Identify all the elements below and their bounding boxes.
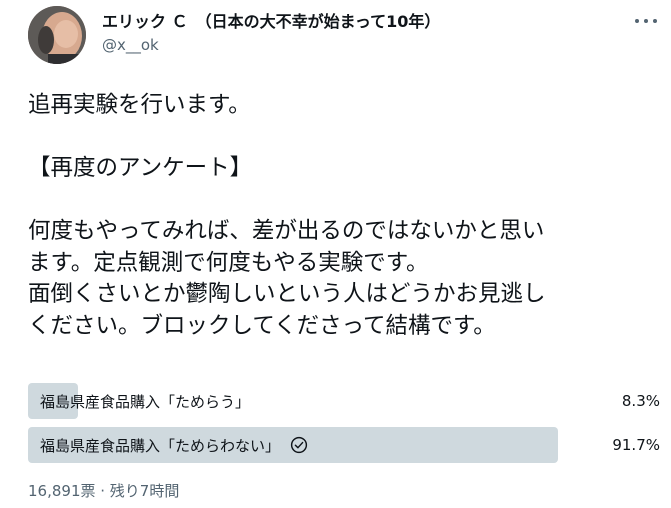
poll-meta: 16,891票 · 残り7時間 <box>28 482 180 500</box>
poll-option-label: 福島県産食品購入「ためらう」 <box>40 392 251 411</box>
tweet-line: 【再度のアンケート】 <box>28 155 253 181</box>
tweet-line: 何度もやってみれば、差が出るのではないかと思い <box>28 218 545 244</box>
poll-option-percent: 8.3% <box>621 392 660 410</box>
tweet-line: ます。定点観測で何度もやる実験です。 <box>28 249 429 276</box>
avatar-image <box>28 6 86 64</box>
tweet-line: 面倒くさいとか鬱陶しいという人はどうかお見逃し <box>28 281 546 307</box>
more-horizontal-icon <box>635 19 639 23</box>
tweet-line-break <box>28 185 653 217</box>
check-circle-icon <box>290 436 308 454</box>
more-options-button[interactable] <box>635 14 657 28</box>
poll-option-2[interactable]: 福島県産食品購入「ためらわない」 91.7% <box>28 427 660 463</box>
author-display-name[interactable]: エリック Ｃ （日本の大不幸が始まって10年） <box>102 12 440 32</box>
tweet-line-break <box>28 122 653 154</box>
poll-option-percent: 91.7% <box>612 436 660 454</box>
tweet-text: 追再実験を行います。 【再度のアンケート】 何度もやってみれば、差が出るのではな… <box>28 90 653 342</box>
author-handle[interactable]: @x__ok <box>102 35 440 55</box>
tweet-line: ください。ブロックしてくださって結構です。 <box>28 312 496 339</box>
author-info: エリック Ｃ （日本の大不幸が始まって10年） @x__ok <box>102 12 440 55</box>
tweet-line: 追再実験を行います。 <box>28 92 251 118</box>
avatar[interactable] <box>28 6 86 64</box>
poll-option-label: 福島県産食品購入「ためらわない」 <box>40 436 281 455</box>
tweet: エリック Ｃ （日本の大不幸が始まって10年） @x__ok 追再実験を行います… <box>0 0 671 508</box>
poll-option-1[interactable]: 福島県産食品購入「ためらう」 8.3% <box>28 383 660 419</box>
poll: 福島県産食品購入「ためらう」 8.3% 福島県産食品購入「ためらわない」 91.… <box>28 383 660 471</box>
